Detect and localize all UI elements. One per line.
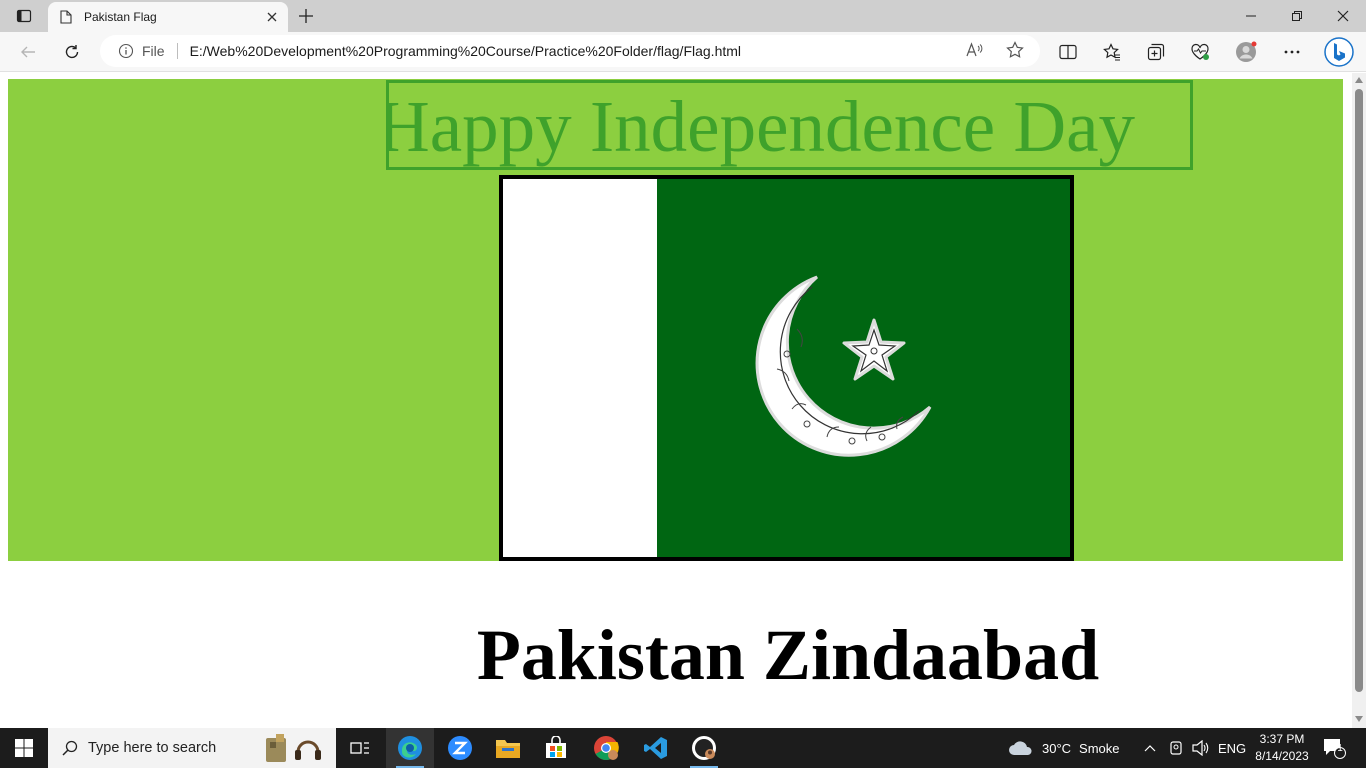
input-language[interactable]: ENG [1218, 728, 1246, 768]
favorites-button[interactable] [1096, 36, 1128, 68]
zoom-icon [448, 736, 472, 760]
flag-white-band [503, 179, 657, 557]
back-arrow-icon [21, 46, 35, 58]
chevron-up-icon [1144, 745, 1156, 752]
avatar-icon [1236, 41, 1257, 62]
taskbar-chrome[interactable] [582, 728, 630, 768]
close-tab-icon[interactable] [264, 9, 280, 25]
ellipsis-icon [1284, 50, 1300, 54]
address-bar[interactable]: File E:/Web%20Development%20Programming%… [100, 35, 1040, 67]
restore-button[interactable] [1274, 0, 1320, 32]
back-button[interactable] [12, 36, 44, 68]
plus-icon [299, 9, 313, 23]
footer-slogan: Pakistan Zindaabad [476, 615, 1100, 695]
close-icon [1337, 10, 1349, 22]
taskbar-vscode[interactable] [632, 728, 680, 768]
address-separator [176, 43, 178, 59]
show-hidden-icons-button[interactable] [1144, 728, 1156, 768]
clock-date: 8/14/2023 [1255, 749, 1309, 763]
favorites-icon [1103, 43, 1120, 61]
search-icon [60, 738, 80, 758]
weather-temp: 30°C [1042, 740, 1072, 756]
weather-desc: Smoke [1079, 740, 1120, 756]
read-aloud-icon[interactable] [965, 40, 985, 60]
page-title: Happy Independence Day [386, 86, 1136, 167]
tab-actions-icon [16, 9, 32, 23]
search-highlight-illustration-icon [266, 734, 321, 762]
browser-tab[interactable]: Pakistan Flag [48, 2, 288, 32]
clock-time: 3:37 PM [1259, 732, 1305, 746]
taskbar-edge[interactable] [386, 728, 434, 768]
bing-icon [1324, 37, 1354, 67]
crescent-star-icon [755, 275, 932, 457]
volume-icon[interactable] [1192, 728, 1210, 768]
settings-more-button[interactable] [1276, 36, 1308, 68]
notification-count: 1 [1337, 743, 1343, 754]
address-scheme-label: File [142, 43, 165, 59]
collections-icon [1147, 43, 1165, 61]
page-icon [58, 9, 74, 25]
refresh-icon [65, 45, 79, 59]
folder-icon [496, 740, 520, 758]
minimize-icon [1246, 15, 1256, 17]
taskbar-microsoft-store[interactable] [532, 728, 580, 768]
info-icon[interactable] [118, 43, 134, 59]
vertical-scrollbar[interactable] [1352, 73, 1366, 728]
store-icon [546, 736, 566, 758]
task-view-icon [350, 742, 369, 754]
task-view-button[interactable] [336, 728, 384, 768]
profile-button[interactable] [1230, 36, 1262, 68]
vscode-icon [644, 737, 667, 759]
split-screen-icon [1059, 44, 1077, 60]
pakistan-flag [499, 175, 1074, 561]
heading-box: Happy Independence Day [386, 80, 1193, 170]
tab-strip: Pakistan Flag [0, 0, 1366, 32]
github-icon [692, 736, 716, 760]
favorite-star-icon[interactable] [1005, 40, 1025, 60]
collections-button[interactable] [1140, 36, 1172, 68]
new-tab-button[interactable] [294, 4, 318, 28]
address-url[interactable]: E:/Web%20Development%20Programming%20Cou… [190, 43, 741, 59]
taskbar-search[interactable]: Type here to search [48, 728, 336, 768]
taskbar-github-desktop[interactable] [680, 728, 728, 768]
bing-copilot-button[interactable] [1322, 36, 1356, 68]
weather-widget[interactable]: 30°C Smoke [1008, 728, 1120, 768]
search-placeholder: Type here to search [88, 740, 217, 756]
cloud-icon [1009, 741, 1032, 755]
tab-title: Pakistan Flag [84, 10, 157, 24]
green-banner-section: Happy Independence Day [8, 79, 1343, 561]
notification-center-button[interactable]: 1 [1322, 728, 1346, 768]
tab-actions-button[interactable] [8, 4, 40, 28]
close-window-button[interactable] [1320, 0, 1366, 32]
clock[interactable]: 3:37 PM 8/14/2023 [1252, 731, 1312, 765]
scrollbar-thumb[interactable] [1355, 89, 1363, 692]
meet-now-icon[interactable] [1168, 728, 1184, 768]
navigation-bar: File E:/Web%20Development%20Programming%… [0, 32, 1366, 72]
taskbar: Type here to search 30°C Smoke ENG 3:37 … [0, 728, 1366, 768]
browser-essentials-button[interactable] [1184, 36, 1216, 68]
windows-logo-icon [15, 739, 33, 757]
start-button[interactable] [0, 728, 48, 768]
edge-icon [398, 736, 422, 760]
refresh-button[interactable] [56, 36, 88, 68]
chrome-icon [594, 736, 619, 761]
page-viewport: Happy Independence Day Pakistan Zindaaba… [0, 73, 1352, 728]
taskbar-zoom[interactable] [436, 728, 484, 768]
split-screen-button[interactable] [1052, 36, 1084, 68]
scroll-down-arrow-icon[interactable] [1355, 715, 1363, 723]
restore-icon [1292, 11, 1302, 21]
minimize-button[interactable] [1228, 0, 1274, 32]
scroll-up-arrow-icon[interactable] [1355, 76, 1363, 84]
taskbar-file-explorer[interactable] [484, 728, 532, 768]
heart-pulse-icon [1191, 43, 1209, 60]
